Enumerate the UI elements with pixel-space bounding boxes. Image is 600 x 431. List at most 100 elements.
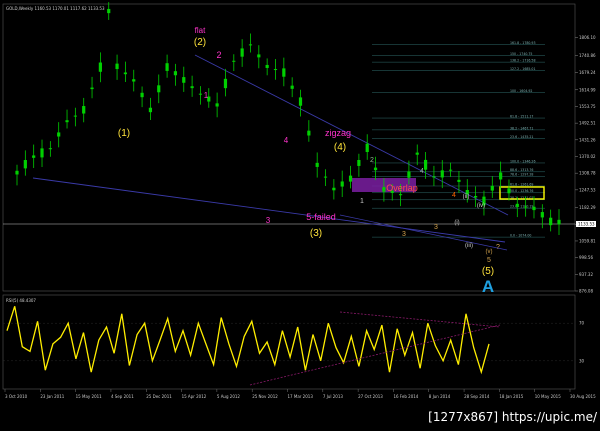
indicator-y-tick: 70 — [579, 321, 585, 326]
candle-body — [148, 107, 153, 113]
fib-level-label: 23.6 - 1435.21 — [510, 135, 533, 139]
candle-body — [449, 169, 453, 171]
wave-label: zigzag — [325, 128, 351, 138]
wave-label: (iii) — [465, 243, 473, 249]
y-tick-label: 1679.24 — [579, 70, 596, 75]
x-tick-label: 25 Dec 2011 — [146, 394, 172, 399]
wave-label: (ii) — [463, 194, 470, 200]
candle-body — [323, 176, 328, 178]
x-tick-label: 16 Feb 2014 — [393, 394, 418, 399]
y-tick-label: 876.08 — [579, 289, 593, 294]
wave-label: 5-failed — [306, 212, 336, 222]
wave-label: (1) — [118, 128, 130, 139]
candle-body — [382, 187, 386, 192]
candle-body — [398, 194, 403, 196]
candle-body — [173, 71, 178, 76]
candle-body — [32, 155, 36, 158]
y-tick-label: 1431.26 — [579, 137, 596, 142]
wave-label: 3 — [266, 216, 271, 225]
candle-body — [40, 148, 44, 158]
wave-label: 4 — [420, 168, 424, 175]
candle-body — [165, 63, 169, 71]
indicator-y-tick: 30 — [579, 358, 585, 363]
candle-body — [215, 103, 219, 107]
x-tick-label: 30 Aug 2015 — [570, 394, 596, 399]
y-tick-label: 1740.86 — [579, 53, 596, 58]
candle-body — [290, 85, 294, 89]
wave-label: ? — [496, 244, 500, 251]
candle-body — [157, 85, 161, 93]
wave-label: Overlap — [386, 183, 418, 193]
wave-label: A — [482, 277, 494, 296]
wave-label: (3) — [310, 228, 322, 239]
candle-body — [232, 60, 236, 62]
x-tick-label: 7 Jul 2013 — [323, 394, 344, 399]
y-tick-label: 1553.75 — [579, 104, 596, 109]
price-panel-header: GOLD,Weekly 1160.53 1170.01 1117.62 1133… — [6, 6, 105, 11]
wave-label: (4) — [334, 142, 346, 153]
x-tick-label: 10 May 2015 — [535, 394, 562, 399]
candle-body — [423, 159, 428, 170]
fib-level-label: 150 - 1740.75 — [510, 52, 532, 56]
candle-body — [107, 8, 111, 14]
fib-level-label: 100 - 1604.92 — [510, 89, 532, 93]
fib-level-label: 61.8 - 1261.69 — [510, 182, 533, 186]
fib-level-label: 161.8 - 1780.93 — [510, 41, 535, 45]
candle-body — [340, 181, 344, 187]
candle-body — [332, 187, 336, 191]
wave-label: 3 — [434, 224, 438, 231]
candle-body — [549, 217, 553, 226]
y-tick-label: 1059.81 — [579, 238, 596, 243]
wave-label: (5) — [482, 266, 494, 277]
candle-body — [407, 171, 411, 178]
candle-body — [273, 69, 278, 71]
wave-label: 1 — [360, 198, 364, 205]
wave-label: 1 — [204, 91, 209, 100]
wave-label: (2) — [194, 37, 206, 48]
x-tick-label: 28 Sep 2014 — [464, 394, 490, 399]
candle-body — [557, 219, 561, 225]
y-tick-label: 1247.53 — [579, 187, 596, 192]
x-tick-label: 18 Jan 2015 — [499, 394, 523, 399]
wave-label: 2 — [216, 50, 221, 60]
candle-body — [373, 167, 378, 171]
candle-body — [515, 203, 519, 207]
candle-body — [282, 68, 286, 77]
candle-body — [90, 87, 94, 90]
candle-body — [57, 132, 61, 137]
wave-label: 3 — [402, 231, 406, 238]
y-tick-label: 1806.10 — [579, 35, 596, 40]
y-tick-label: 1492.51 — [579, 121, 596, 126]
fib-level-label: 100.0 - 1346.26 — [510, 159, 535, 163]
candle-body — [357, 160, 361, 166]
wave-label: 5 — [487, 257, 491, 264]
x-tick-label: 3 Oct 2010 — [5, 394, 28, 399]
fib-level-label: 138.2 - 1716.58 — [510, 59, 535, 63]
candle-body — [198, 93, 203, 95]
x-tick-label: 5 Aug 2012 — [217, 394, 241, 399]
x-tick-label: 8 Jun 2014 — [429, 394, 451, 399]
candle-body — [248, 44, 253, 46]
y-tick-label: 937.32 — [579, 272, 593, 277]
candle-body — [190, 86, 194, 89]
wave-label: (iv) — [477, 203, 485, 209]
wave-label: 4 — [284, 136, 289, 145]
x-tick-label: 27 Oct 2013 — [358, 394, 383, 399]
candle-body — [432, 176, 436, 178]
fib-level-label: 38.2 - 1467.71 — [510, 126, 533, 130]
wave-label: 2 — [370, 157, 374, 164]
y-tick-label: 998.56 — [579, 255, 593, 260]
candle-body — [15, 170, 19, 175]
candle-body — [115, 63, 119, 70]
fib-level-label: 88.6 - 1313.76 — [510, 168, 533, 172]
candle-body — [298, 97, 303, 106]
x-tick-label: 15 May 2011 — [76, 394, 103, 399]
y-tick-label: 1182.29 — [579, 205, 596, 210]
candle-body — [140, 92, 144, 98]
candle-body — [82, 106, 86, 114]
wave-label: (i) — [454, 220, 459, 226]
current-price-value: 1133.53 — [578, 222, 595, 227]
chart-svg: GOLD,Weekly 1160.53 1170.01 1117.62 1133… — [0, 0, 600, 427]
candle-body — [132, 79, 136, 82]
candle-body — [415, 152, 419, 155]
